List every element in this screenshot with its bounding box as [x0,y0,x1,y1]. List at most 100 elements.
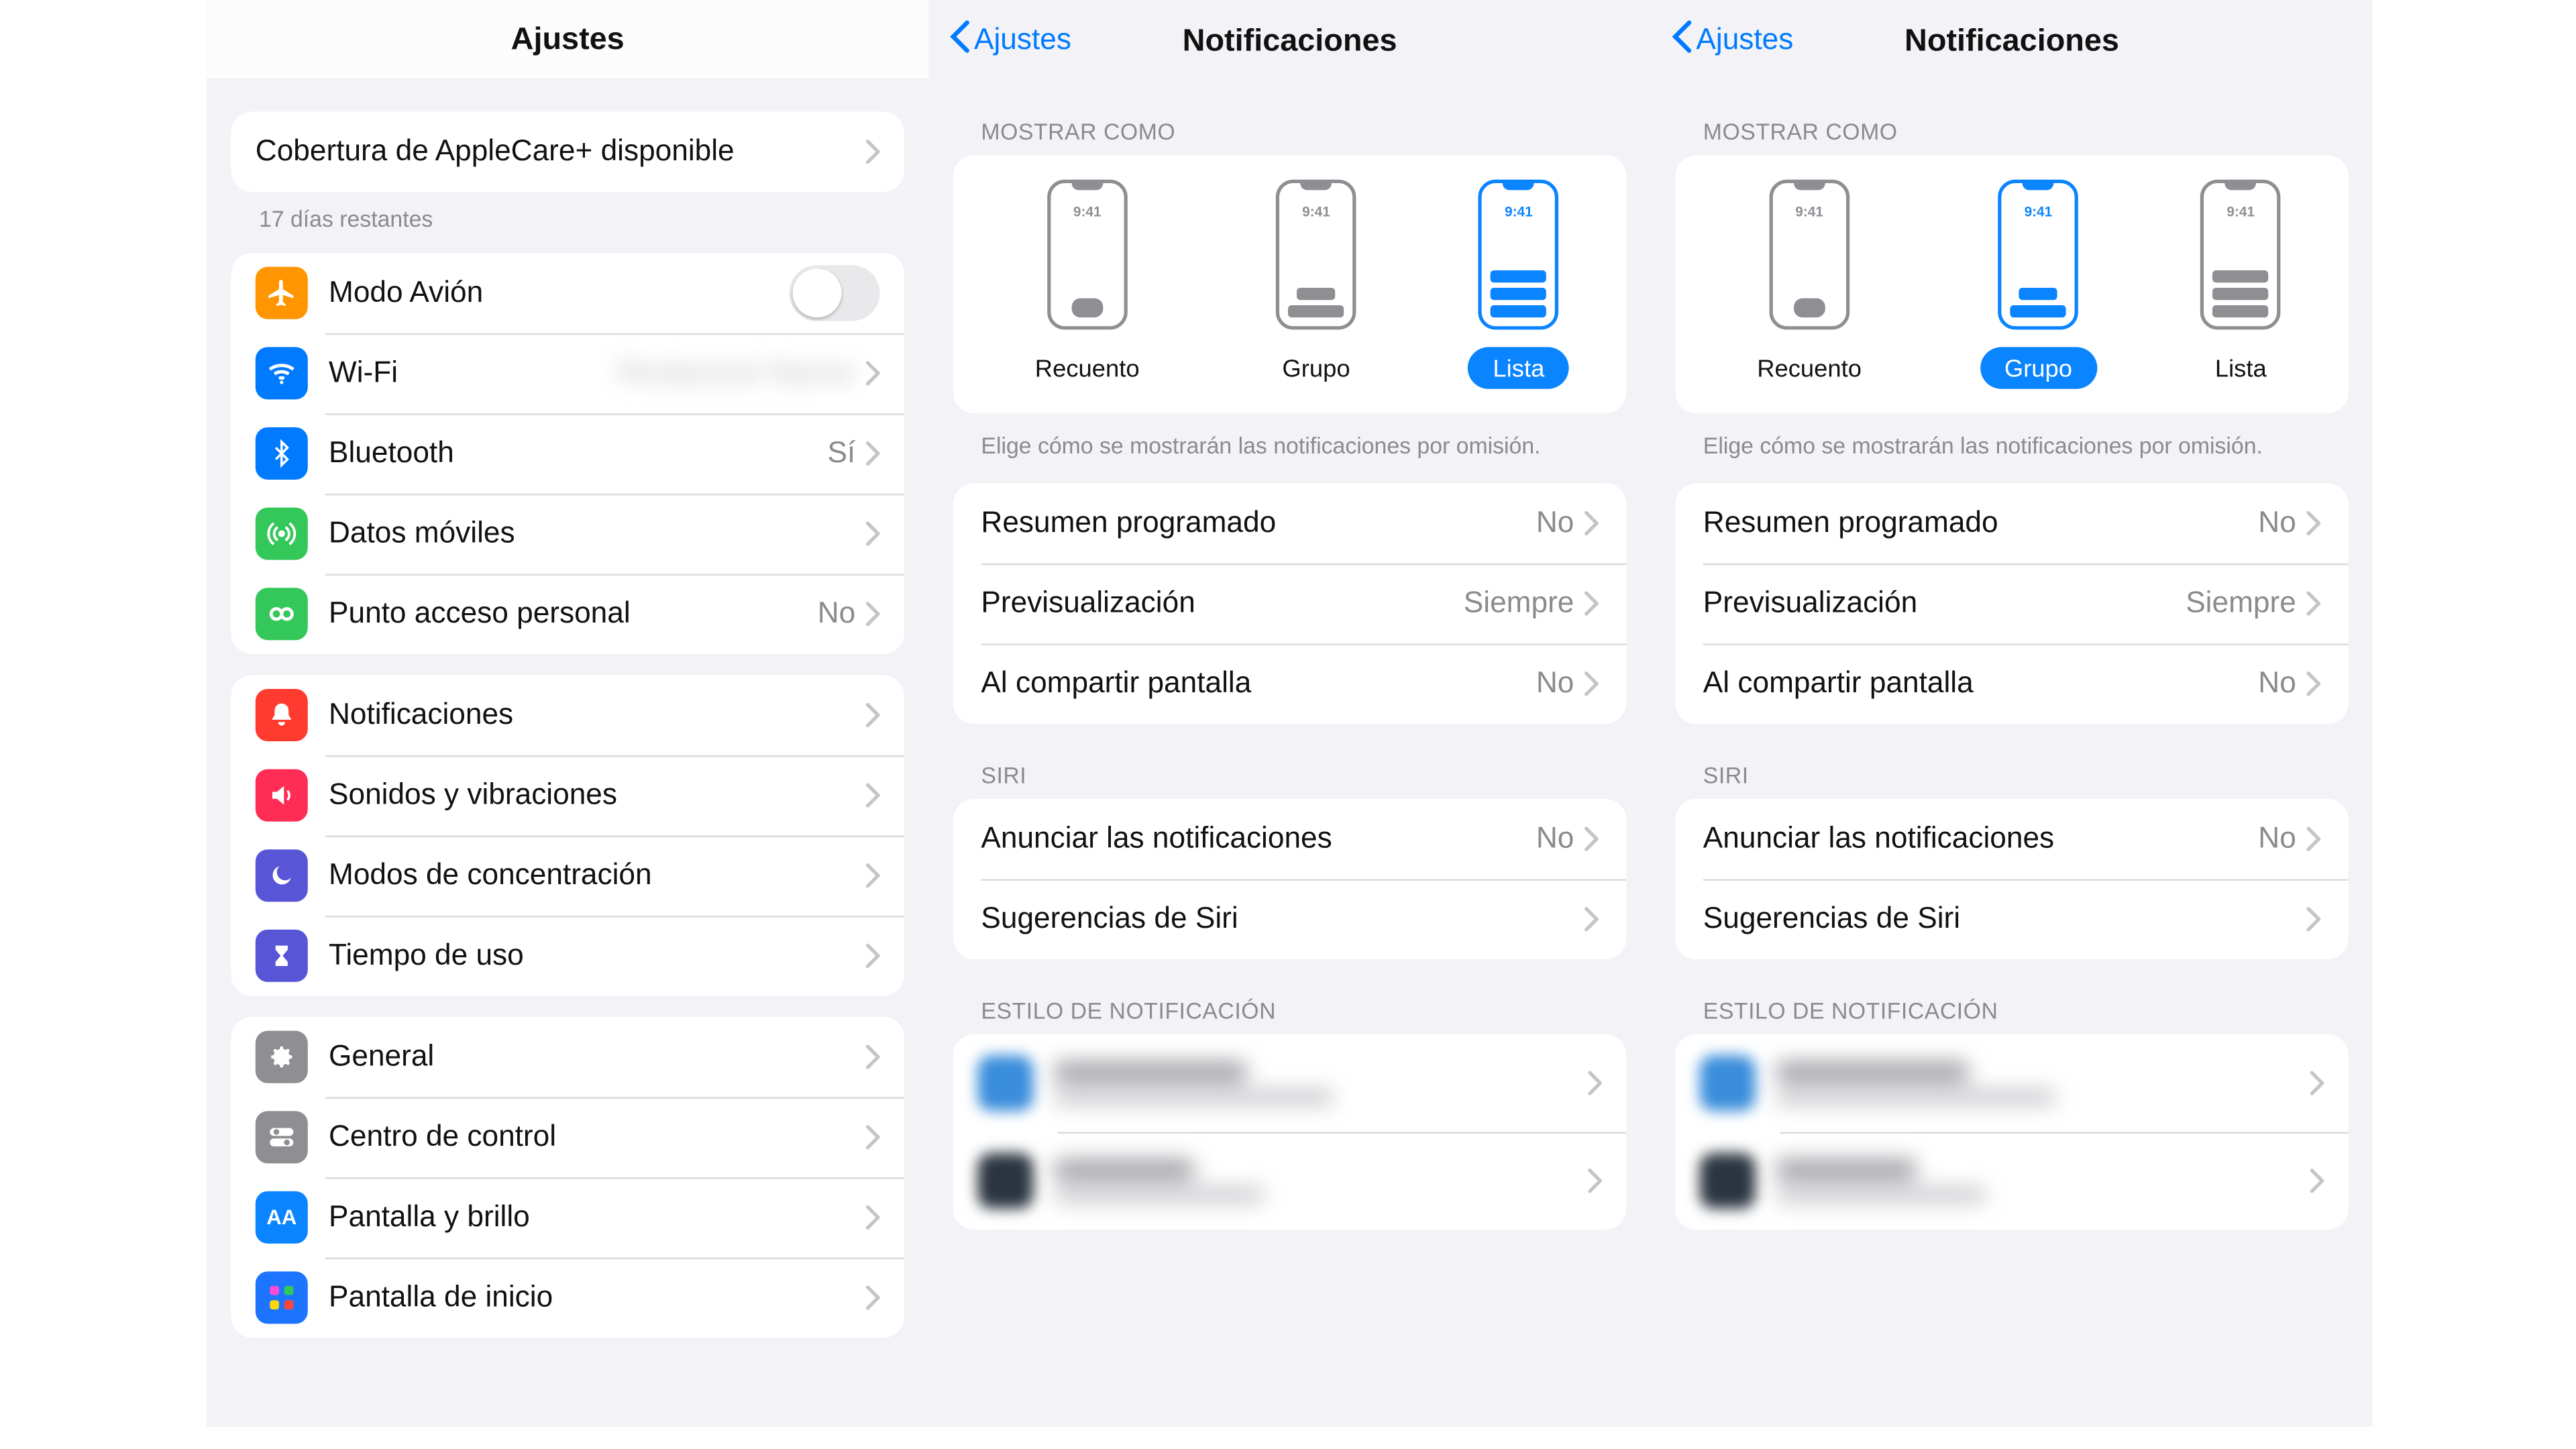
chevron-right-icon [866,1125,880,1149]
preview-clock: 9:41 [2226,204,2255,219]
show-as-chooser: 9:41 Recuento 9:41 Grupo 9:41 Lista [1675,155,2349,413]
screen-sharing-row[interactable]: Al compartir pantallaNo [1675,643,2349,723]
applecare-label: Cobertura de AppleCare+ disponible [256,134,866,169]
hotspot-row[interactable]: Punto acceso personal No [231,574,904,654]
siri-group: Anunciar las notificacionesNo Sugerencia… [953,798,1627,959]
sounds-label: Sonidos y vibraciones [329,778,866,813]
app-icon [977,1152,1033,1208]
chevron-left-icon [1672,18,1693,62]
app-row-blurred[interactable] [953,1034,1627,1132]
screentime-label: Tiempo de uso [329,938,866,973]
airplane-row[interactable]: Modo Avión [231,253,904,333]
preview-row[interactable]: PrevisualizaciónSiempre [953,563,1627,643]
back-button[interactable]: Ajustes [950,18,1071,62]
announce-row[interactable]: Anunciar las notificacionesNo [953,798,1627,879]
group-label: Grupo [1980,347,2096,388]
chevron-right-icon [1585,511,1599,535]
chevron-right-icon [866,1205,880,1230]
bluetooth-value: Sí [827,436,855,471]
style-header: ESTILO DE NOTIFICACIÓN [981,997,1598,1023]
show-as-list[interactable]: 9:41 Lista [1468,180,1569,389]
app-text-blurred [1055,1159,1589,1201]
style-header: ESTILO DE NOTIFICACIÓN [1703,997,2320,1023]
screentime-row[interactable]: Tiempo de uso [231,916,904,996]
back-button[interactable]: Ajustes [1672,18,1793,62]
announce-row[interactable]: Anunciar las notificacionesNo [1675,798,2349,879]
chevron-right-icon [2310,1070,2324,1094]
chevron-right-icon [2310,1168,2324,1192]
wifi-row[interactable]: Wi-Fi Redacted Name [231,333,904,414]
notifications-row[interactable]: Notificaciones [231,675,904,755]
group-label: Grupo [1258,347,1375,388]
show-as-list[interactable]: 9:41 Lista [2190,180,2291,389]
chevron-right-icon [866,863,880,888]
focus-label: Modos de concentración [329,858,866,893]
phone-preview-group: 9:41 [1276,180,1356,330]
general-row[interactable]: General [231,1017,904,1097]
switches-icon [256,1111,308,1163]
count-label: Recuento [1733,347,1886,388]
applecare-row[interactable]: Cobertura de AppleCare+ disponible [231,111,904,192]
chooser-note: Elige cómo se mostrarán las notificacion… [1703,431,2320,462]
bell-icon [256,689,308,741]
left-gutter [15,0,207,1427]
show-as-count[interactable]: 9:41 Recuento [1733,180,1886,389]
chevron-right-icon [1585,906,1599,930]
back-label: Ajustes [1696,23,1793,58]
notifications-label: Notificaciones [329,698,866,733]
siri-suggestions-row[interactable]: Sugerencias de Siri [953,878,1627,959]
airplane-toggle[interactable] [789,265,879,321]
row-label: Previsualización [981,585,1463,620]
three-panel-ios-settings: Ajustes Cobertura de AppleCare+ disponib… [15,0,2561,1427]
bluetooth-row[interactable]: Bluetooth Sí [231,413,904,494]
row-value: No [1536,820,1574,855]
count-label: Recuento [1010,347,1164,388]
app-row-blurred[interactable] [953,1131,1627,1229]
focus-row[interactable]: Modos de concentración [231,835,904,916]
right-gutter [2373,0,2565,1427]
scheduled-summary-row[interactable]: Resumen programadoNo [953,482,1627,563]
app-row-blurred[interactable] [1675,1034,2349,1132]
chevron-right-icon [866,602,880,626]
home-screen-row[interactable]: Pantalla de inicio [231,1258,904,1338]
cellular-row[interactable]: Datos móviles [231,494,904,574]
row-label: Al compartir pantalla [1703,665,2258,700]
app-icon [1700,1152,1756,1208]
sounds-row[interactable]: Sonidos y vibraciones [231,755,904,836]
preview-clock: 9:41 [1505,204,1533,219]
scheduled-summary-row[interactable]: Resumen programadoNo [1675,482,2349,563]
show-as-group[interactable]: 9:41 Grupo [1980,180,2096,389]
wifi-label: Wi-Fi [329,356,619,390]
display-label: Pantalla y brillo [329,1200,866,1235]
notifications-pane-a: Ajustes Notificaciones MOSTRAR COMO 9:41… [928,0,1650,1427]
settings-title: Ajustes [207,0,928,80]
airplane-icon [256,267,308,319]
row-value: No [1536,505,1574,540]
display-row[interactable]: AA Pantalla y brillo [231,1177,904,1258]
hourglass-icon [256,930,308,982]
app-row-blurred[interactable] [1675,1131,2349,1229]
screen-sharing-row[interactable]: Al compartir pantallaNo [953,643,1627,723]
back-label: Ajustes [974,23,1071,58]
settings-title-text: Ajustes [511,21,625,58]
gear-icon [256,1031,308,1083]
list-label: Lista [2190,347,2291,388]
show-as-group[interactable]: 9:41 Grupo [1258,180,1375,389]
chevron-right-icon [2306,826,2320,850]
chevron-right-icon [1585,590,1599,614]
chevron-right-icon [866,140,880,164]
settings-pane: Ajustes Cobertura de AppleCare+ disponib… [207,0,928,1427]
speaker-icon [256,769,308,822]
control-center-row[interactable]: Centro de control [231,1097,904,1177]
row-label: Previsualización [1703,585,2186,620]
app-list [953,1034,1627,1229]
alerts-group: Notificaciones Sonidos y vibraciones Mod… [231,675,904,996]
antenna-icon [256,508,308,560]
app-icon [977,1055,1033,1110]
siri-suggestions-row[interactable]: Sugerencias de Siri [1675,878,2349,959]
show-as-count[interactable]: 9:41 Recuento [1010,180,1164,389]
preview-row[interactable]: PrevisualizaciónSiempre [1675,563,2349,643]
wifi-icon [256,347,308,399]
chevron-right-icon [866,441,880,466]
row-label: Resumen programado [1703,505,2258,540]
